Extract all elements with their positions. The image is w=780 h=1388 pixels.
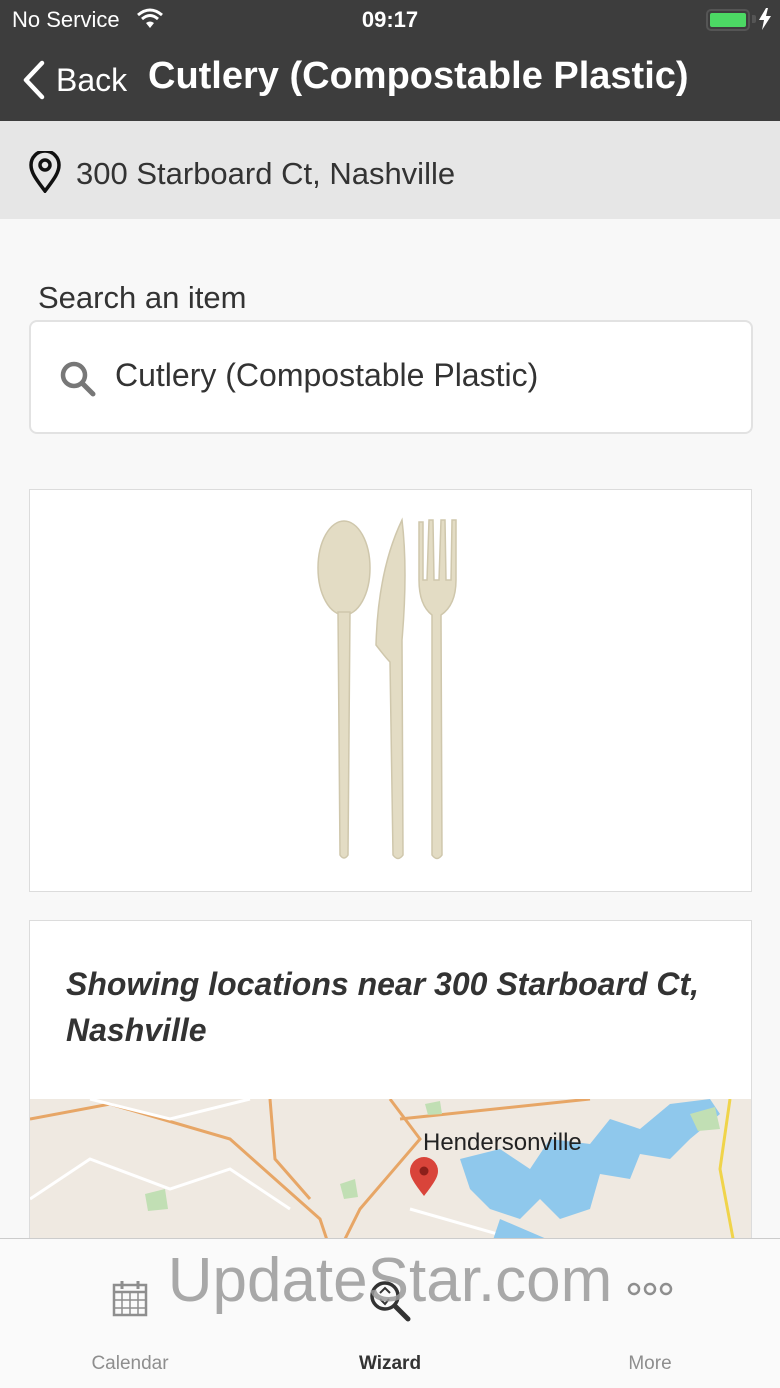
tab-calendar-label: Calendar	[91, 1353, 169, 1374]
locations-card: Showing locations near 300 Starboard Ct,…	[29, 920, 752, 1242]
item-image-card	[29, 489, 752, 892]
status-time: 09:17	[361, 7, 419, 32]
more-icon	[627, 1282, 673, 1296]
chevron-left-icon	[23, 60, 45, 100]
navigation-bar: Back Cutlery (Compostable Plastic)	[0, 40, 780, 121]
tab-more-label: More	[628, 1353, 672, 1374]
back-button[interactable]: Back	[22, 58, 127, 102]
search-value: Cutlery (Compostable Plastic)	[115, 357, 539, 393]
locations-heading: Showing locations near 300 Starboard Ct,…	[66, 966, 700, 1048]
locations-map[interactable]: Hendersonville	[30, 1099, 751, 1241]
tab-wizard-label: Wizard	[358, 1353, 422, 1374]
battery-icon	[706, 9, 750, 31]
search-icon	[60, 361, 96, 397]
cutlery-image	[317, 517, 457, 860]
tab-wizard[interactable]: Wizard	[260, 1239, 520, 1388]
search-label: Search an item	[38, 280, 247, 315]
map-city-label: Hendersonville	[423, 1129, 582, 1156]
tab-calendar[interactable]: Calendar	[0, 1239, 260, 1388]
tab-more[interactable]: More	[520, 1239, 780, 1388]
back-label: Back	[56, 61, 128, 98]
location-address: 300 Starboard Ct, Nashville	[76, 156, 456, 191]
wizard-icon	[370, 1281, 411, 1322]
tab-bar: Calendar Wizard More	[0, 1238, 780, 1388]
page-title: Cutlery (Compostable Plastic)	[148, 55, 689, 97]
status-bar: No Service 09:17	[0, 0, 780, 40]
map-graphic	[30, 1099, 751, 1241]
location-pin-icon	[29, 151, 61, 193]
search-input[interactable]: Cutlery (Compostable Plastic)	[29, 320, 753, 434]
charging-icon	[759, 8, 771, 30]
calendar-icon	[112, 1281, 148, 1317]
location-bar[interactable]: 300 Starboard Ct, Nashville	[0, 121, 780, 219]
